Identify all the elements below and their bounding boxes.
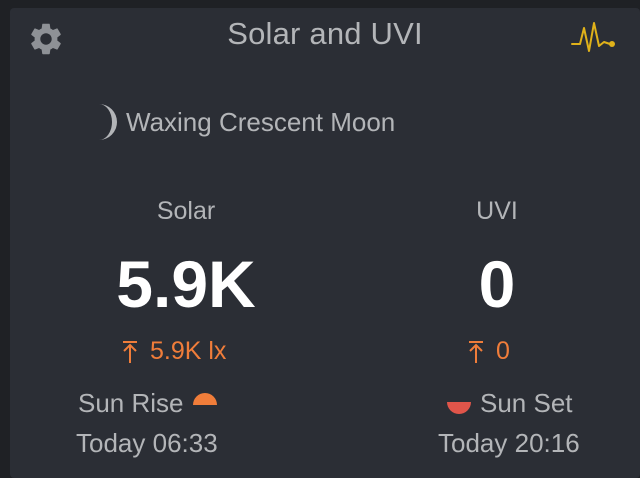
solar-value: 5.9K: [116, 247, 256, 321]
uvi-max-value: 0: [496, 337, 510, 365]
uvi-label: UVI: [476, 197, 518, 225]
solar-max-value: 5.9K lx: [150, 337, 227, 365]
moon-phase-label: Waxing Crescent Moon: [126, 106, 396, 137]
graph-pulse-icon[interactable]: [571, 20, 617, 56]
sunrise-time: Today 06:33: [76, 428, 218, 458]
solar-label: Solar: [156, 197, 216, 225]
sunrise-label: Sun Rise: [78, 388, 184, 418]
uvi-value: 0: [478, 247, 516, 321]
moon-phase: Waxing Crescent Moon: [96, 102, 395, 142]
solar-uvi-card: Solar and UVI Waxing Crescent Moon Solar…: [10, 8, 640, 478]
arrow-up-to-bar-icon: [469, 340, 483, 363]
sunset-label-row: Sun Set: [446, 388, 573, 419]
sunset-half-sun-icon: [447, 401, 471, 414]
sunrise-half-sun-icon: [192, 392, 217, 405]
waxing-crescent-moon-icon: [99, 104, 117, 140]
sunset-time: Today 20:16: [438, 428, 580, 458]
solar-max: 5.9K lx: [122, 337, 226, 366]
arrow-up-to-bar-icon: [123, 340, 137, 363]
sunset-label: Sun Set: [480, 388, 573, 418]
sunrise-label-row: Sun Rise: [78, 388, 218, 419]
uvi-max: 0: [468, 337, 510, 366]
card-title: Solar and UVI: [227, 16, 423, 51]
